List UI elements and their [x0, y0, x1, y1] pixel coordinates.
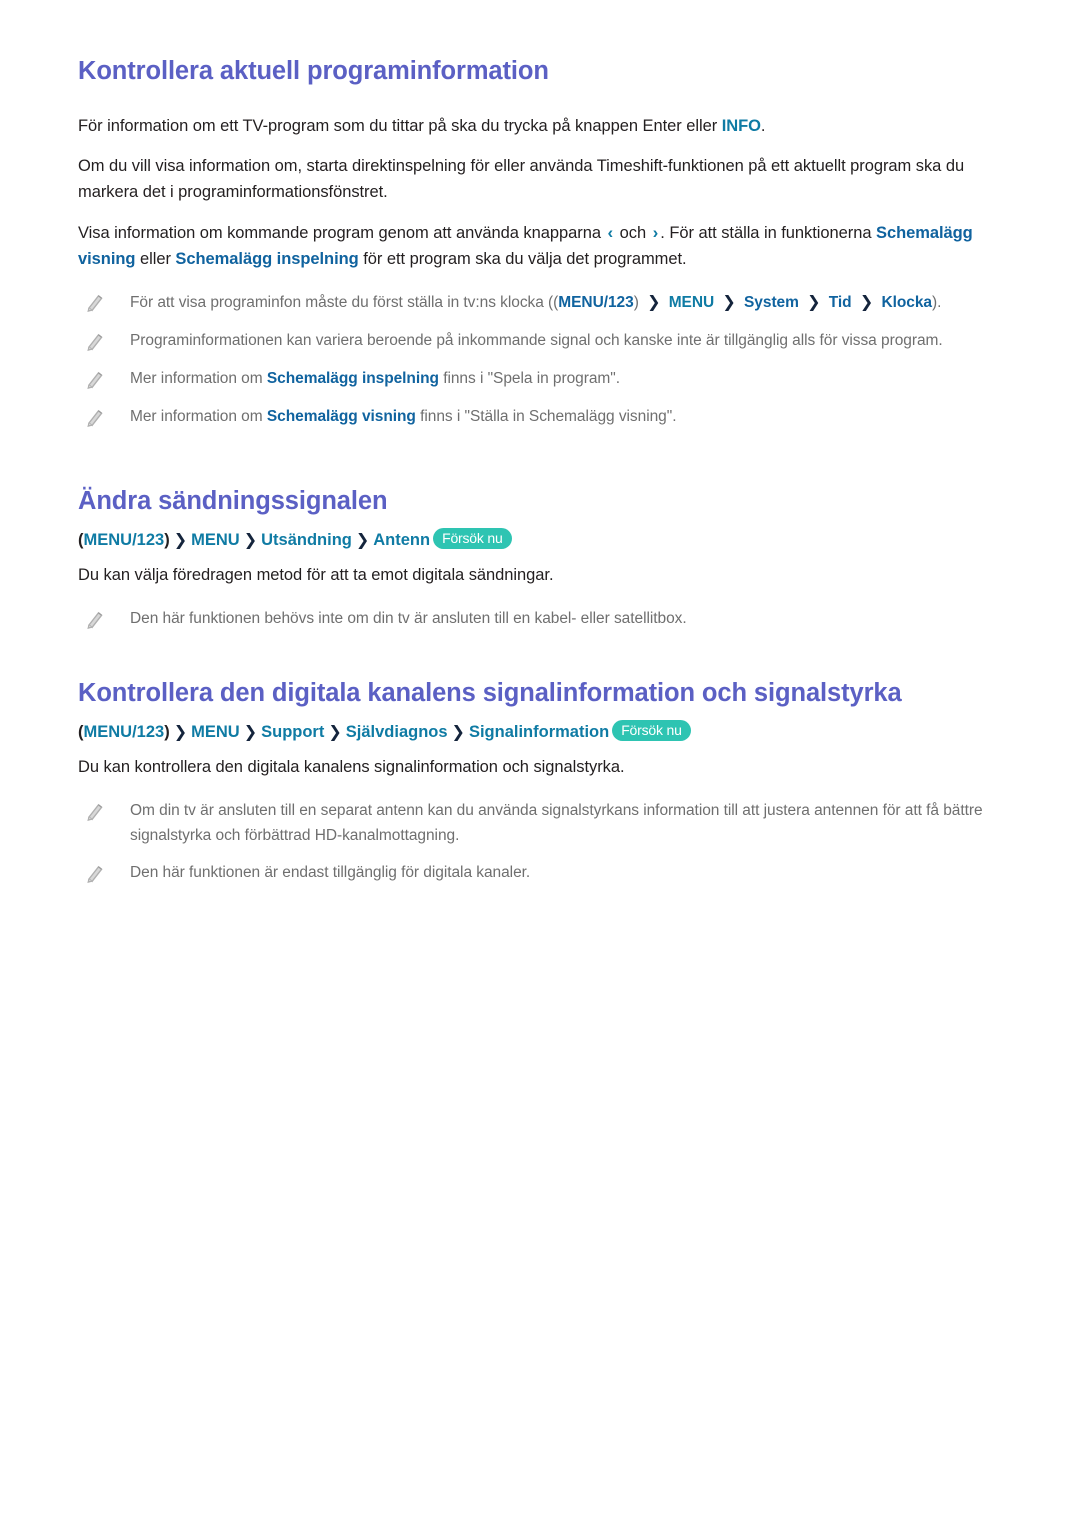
path-separator-icon: ❯	[859, 294, 874, 312]
paragraph-timeshift: Om du vill visa information om, starta d…	[78, 157, 965, 201]
note-text: Programinformationen kan variera beroend…	[130, 332, 943, 350]
menu-path-item[interactable]: Support	[261, 723, 324, 741]
menu-path-item[interactable]: MENU	[191, 723, 240, 741]
note-text: Mer information om Schemalägg visning fi…	[130, 407, 677, 425]
note-text: Den här funktionen behövs inte om din tv…	[130, 609, 687, 627]
chevron-left-icon: ‹	[607, 223, 614, 243]
pencil-icon	[84, 608, 106, 630]
menu-path-item[interactable]: Antenn	[373, 531, 430, 549]
chevron-right-icon: ›	[652, 223, 659, 243]
menu-path-item[interactable]: MENU	[191, 531, 240, 549]
inline-keyword: Schemalägg visning	[266, 407, 416, 425]
paragraph-preferred-method: Du kan välja föredragen metod för att ta…	[78, 566, 554, 585]
menu-path-item[interactable]: MENU/123	[84, 723, 165, 741]
note-item: Om din tv är ansluten till en separat an…	[78, 799, 1002, 849]
notes-list-section-1: För att visa programinfon måste du först…	[78, 290, 1002, 429]
pencil-icon	[84, 291, 106, 313]
inline-keyword: Tid	[828, 294, 852, 312]
note-item: Den här funktionen behövs inte om din tv…	[78, 607, 1002, 632]
menu-path-item[interactable]: Utsändning	[261, 531, 352, 549]
path-separator-icon: ❯	[647, 294, 661, 312]
path-separator-icon: ❯	[243, 724, 258, 742]
document-page: Kontrollera aktuell programinformation F…	[0, 0, 1080, 1527]
try-now-badge[interactable]: Försök nu	[433, 528, 512, 550]
path-separator-icon: ❯	[173, 724, 188, 742]
inline-keyword: System	[744, 294, 799, 312]
menu-path-broadcast-signal[interactable]: (MENU/123) ❯ MENU ❯ Utsändning ❯ Antenn Försök …	[78, 528, 1002, 553]
inline-keyword: MENU	[668, 294, 715, 312]
paragraph-check-signal: Du kan kontrollera den digitala kanalens…	[78, 758, 625, 777]
path-separator-icon: ❯	[807, 294, 821, 312]
note-item: Mer information om Schemalägg inspelning…	[78, 367, 1002, 392]
menu-path-item[interactable]: Självdiagnos	[346, 723, 448, 741]
menu-path-signal-information[interactable]: (MENU/123) ❯ MENU ❯ Support ❯ Självdiagnos ❯ Sig…	[78, 720, 1002, 745]
path-separator-icon: ❯	[173, 532, 188, 550]
inline-keyword: Klocka	[881, 294, 932, 312]
note-item: Mer information om Schemalägg visning fi…	[78, 405, 1002, 430]
section-title-signal-information: Kontrollera den digitala kanalens signal…	[78, 678, 902, 707]
inline-keyword: Schemalägg inspelning	[175, 249, 359, 268]
note-text: Den här funktionen är endast tillgänglig…	[130, 864, 531, 882]
paragraph-upcoming-programs: Visa information om kommande program gen…	[78, 220, 1002, 272]
pencil-icon	[84, 330, 106, 352]
notes-list-section-2: Den här funktionen behövs inte om din tv…	[78, 607, 1002, 632]
try-now-badge[interactable]: Försök nu	[612, 720, 691, 742]
inline-keyword: MENU/123	[558, 294, 634, 312]
section-title-broadcast-signal: Ändra sändningssignalen	[78, 486, 388, 515]
note-item: För att visa programinfon måste du först…	[78, 290, 1002, 316]
path-separator-icon: ❯	[722, 294, 736, 312]
path-separator-icon: ❯	[328, 724, 342, 742]
menu-path-item[interactable]: MENU/123	[84, 531, 165, 549]
note-text: Om din tv är ansluten till en separat an…	[130, 801, 983, 844]
pencil-icon	[84, 862, 106, 884]
note-item: Programinformationen kan variera beroend…	[78, 329, 1002, 354]
note-text: Mer information om Schemalägg inspelning…	[130, 370, 621, 387]
path-separator-icon: ❯	[451, 724, 465, 742]
path-separator-icon: ❯	[355, 532, 370, 550]
pencil-icon	[84, 368, 106, 390]
menu-path-item[interactable]: Signalinformation	[469, 723, 609, 741]
notes-list-section-3: Om din tv är ansluten till en separat an…	[78, 799, 1002, 886]
path-separator-icon: ❯	[243, 532, 258, 550]
inline-keyword: INFO	[721, 116, 761, 135]
inline-keyword: Schemalägg inspelning	[266, 370, 439, 387]
note-item: Den här funktionen är endast tillgänglig…	[78, 861, 1002, 886]
pencil-icon	[84, 406, 106, 428]
pencil-icon	[84, 800, 106, 822]
page-title: Kontrollera aktuell programinformation	[78, 57, 549, 85]
paragraph-info-button: För information om ett TV-program som du…	[78, 116, 766, 135]
note-text: För att visa programinfon måste du först…	[130, 290, 1002, 316]
